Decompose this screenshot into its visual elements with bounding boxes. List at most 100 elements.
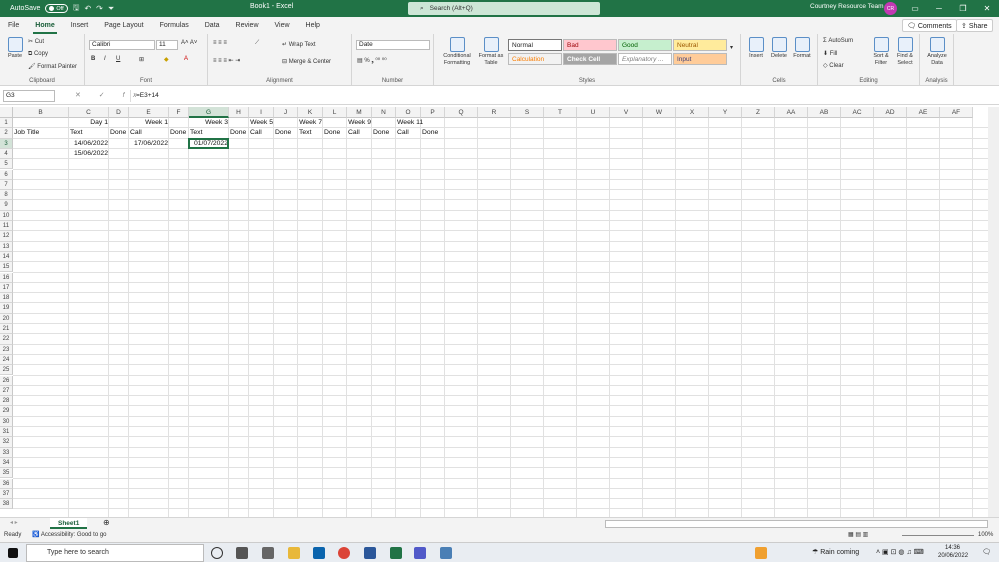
row-header-22[interactable]: 22 (0, 334, 13, 345)
column-header-p[interactable]: P (421, 107, 445, 118)
restore-icon[interactable]: ❐ (951, 0, 975, 17)
cell-l2[interactable]: Done (323, 128, 341, 138)
style-input[interactable]: Input (673, 53, 727, 65)
row-header-23[interactable]: 23 (0, 344, 13, 355)
cell-f2[interactable]: Done (169, 128, 187, 138)
row-header-16[interactable]: 16 (0, 272, 13, 283)
top-align-icon[interactable]: ≡ ≡ ≡ (213, 40, 227, 46)
outlook-icon[interactable] (313, 547, 325, 559)
cell-p2[interactable]: Done (421, 128, 439, 138)
horizontal-scrollbar[interactable] (605, 520, 988, 528)
column-header-g[interactable]: G (189, 107, 229, 118)
autosum-button[interactable]: Σ AutoSum (823, 38, 853, 44)
column-header-m[interactable]: M (347, 107, 372, 118)
column-header-x[interactable]: X (676, 107, 709, 118)
cell-o2[interactable]: Call (396, 128, 410, 138)
style-calculation[interactable]: Calculation (508, 53, 562, 65)
active-cell-selection[interactable] (188, 137, 229, 149)
row-header-6[interactable]: 6 (0, 169, 13, 180)
row-header-18[interactable]: 18 (0, 293, 13, 304)
row-header-36[interactable]: 36 (0, 478, 13, 489)
column-header-aa[interactable]: AA (775, 107, 808, 118)
formula-input[interactable]: =E3+14 (130, 90, 995, 102)
avatar[interactable]: CR (884, 2, 897, 15)
column-header-ad[interactable]: AD (874, 107, 907, 118)
cell-h2[interactable]: Done (229, 128, 247, 138)
font-size-select[interactable]: 11 (156, 40, 178, 50)
sheet-tab-sheet1[interactable]: Sheet1 (50, 518, 88, 529)
file-explorer-icon[interactable] (288, 547, 300, 559)
cell-m1[interactable]: Week 9 (347, 118, 372, 128)
style-bad[interactable]: Bad (563, 39, 617, 51)
calculator-icon[interactable] (440, 547, 452, 559)
row-header-11[interactable]: 11 (0, 221, 13, 232)
windows-start-icon[interactable] (8, 548, 18, 558)
style-check-cell[interactable]: Check Cell (563, 53, 617, 65)
column-header-b[interactable]: B (13, 107, 69, 118)
minimize-icon[interactable]: ─ (927, 0, 951, 17)
row-header-25[interactable]: 25 (0, 365, 13, 376)
style-neutral[interactable]: Neutral (673, 39, 727, 51)
cell-e3[interactable]: 17/06/2022 (129, 139, 169, 149)
column-header-t[interactable]: T (544, 107, 577, 118)
row-header-1[interactable]: 1 (0, 118, 13, 129)
cell-g1[interactable]: Week 3 (189, 118, 229, 128)
row-header-9[interactable]: 9 (0, 200, 13, 211)
row-header-13[interactable]: 13 (0, 241, 13, 252)
underline-button[interactable]: U (116, 56, 120, 62)
cell-e1[interactable]: Week 1 (129, 118, 169, 128)
row-header-4[interactable]: 4 (0, 148, 13, 160)
clock-date[interactable]: 20/06/2022 (938, 553, 968, 559)
row-header-28[interactable]: 28 (0, 396, 13, 407)
italic-button[interactable]: I (104, 56, 106, 62)
column-header-ae[interactable]: AE (907, 107, 940, 118)
format-as-table-button[interactable]: Format as Table (476, 37, 506, 66)
row-header-17[interactable]: 17 (0, 282, 13, 294)
column-header-ab[interactable]: AB (808, 107, 841, 118)
wrap-text-button[interactable]: ↵ Wrap Text (282, 41, 316, 48)
column-header-r[interactable]: R (478, 107, 511, 118)
row-header-35[interactable]: 35 (0, 468, 13, 479)
left-align-icon[interactable]: ≡ ≡ ≡ ⇤ ⇥ (213, 57, 240, 64)
copy-button[interactable]: ⧉ Copy (28, 51, 48, 58)
row-header-24[interactable]: 24 (0, 354, 13, 366)
column-header-e[interactable]: E (129, 107, 169, 118)
save-icon[interactable]: 🖫 (73, 2, 80, 16)
cell-d2[interactable]: Done (109, 128, 127, 138)
insert-cells-button[interactable]: Insert (745, 37, 767, 60)
row-header-34[interactable]: 34 (0, 457, 13, 469)
conditional-formatting-button[interactable]: Conditional Formatting (438, 37, 476, 66)
tab-data[interactable]: Data (197, 17, 228, 34)
column-header-n[interactable]: N (372, 107, 396, 118)
column-header-i[interactable]: I (249, 107, 274, 118)
clear-button[interactable]: ◇ Clear (823, 62, 844, 69)
word-icon[interactable] (364, 547, 376, 559)
tab-formulas[interactable]: Formulas (152, 17, 197, 34)
cell-c1[interactable]: Day 1 (69, 118, 109, 128)
tab-review[interactable]: Review (228, 17, 267, 34)
chrome-icon[interactable] (338, 547, 350, 559)
row-header-32[interactable]: 32 (0, 437, 13, 448)
styles-more-icon[interactable]: ▾ (730, 44, 733, 51)
column-header-j[interactable]: J (274, 107, 298, 118)
taskbar-search[interactable]: Type here to search (26, 544, 204, 562)
prev-sheet-icon[interactable]: ◂ ▸ (10, 519, 18, 526)
zoom-slider[interactable] (902, 535, 974, 536)
row-header-8[interactable]: 8 (0, 190, 13, 201)
comments-button[interactable]: 🗨 Comments (902, 19, 957, 32)
view-buttons[interactable]: ▦ ▤ ▥ (848, 529, 868, 542)
format-cells-button[interactable]: Format (791, 37, 813, 60)
column-header-y[interactable]: Y (709, 107, 742, 118)
column-header-c[interactable]: C (69, 107, 109, 118)
borders-icon[interactable]: ⊞ (139, 56, 144, 63)
tab-help[interactable]: Help (298, 17, 328, 34)
add-sheet-icon[interactable]: ⊕ (103, 518, 110, 527)
share-button[interactable]: ⇪ Share (956, 19, 993, 32)
search-box[interactable]: ⌕ Search (Alt+Q) (408, 2, 600, 15)
notification-app-icon[interactable] (755, 547, 767, 559)
row-header-7[interactable]: 7 (0, 179, 13, 191)
cell-k2[interactable]: Text (298, 128, 312, 138)
excel-icon[interactable] (390, 547, 402, 559)
notifications-icon[interactable]: 🗨 (982, 548, 991, 556)
find-select-button[interactable]: Find & Select (893, 37, 917, 66)
